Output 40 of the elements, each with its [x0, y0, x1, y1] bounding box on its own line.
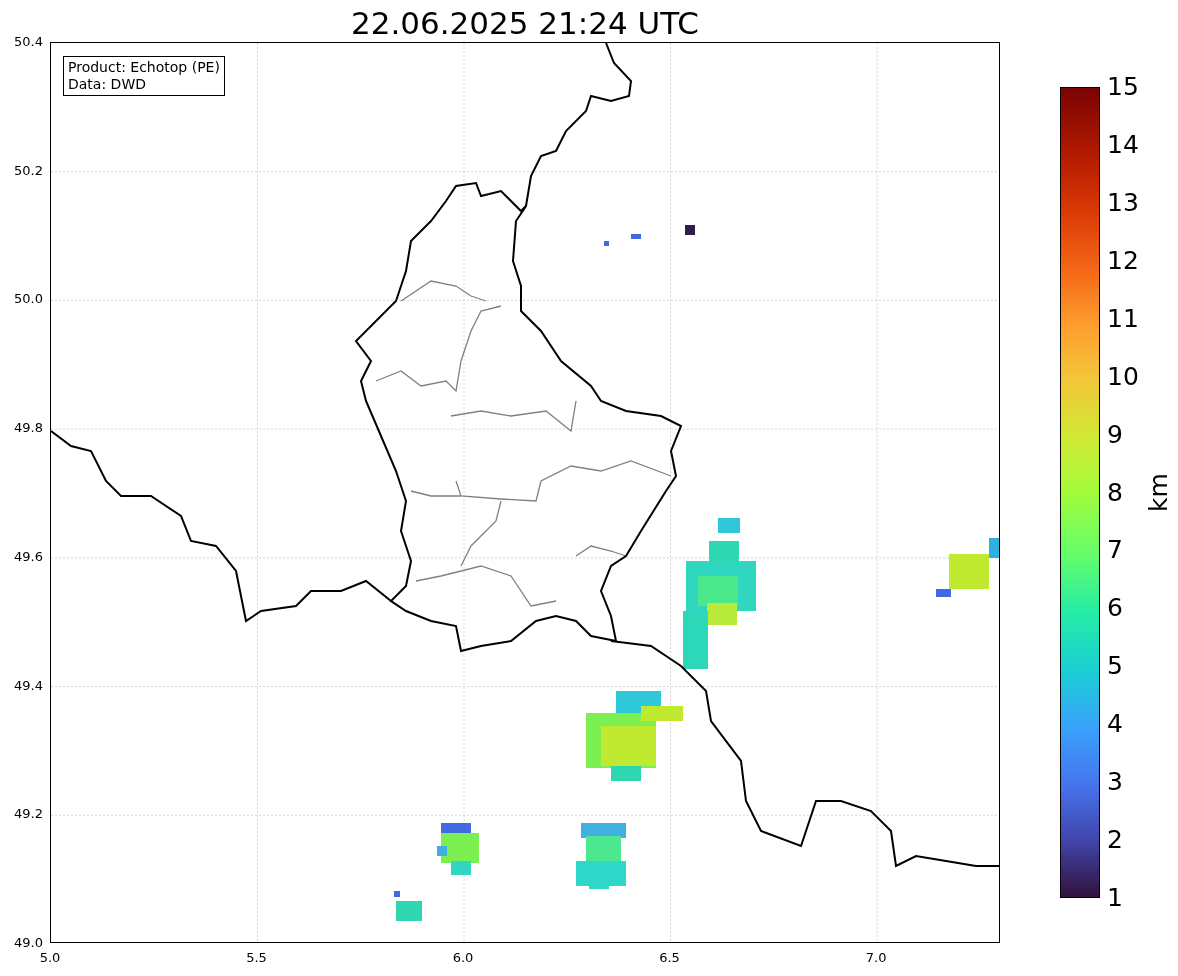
x-tick-label: 7.0	[865, 950, 887, 966]
colorbar-tick-label: 5	[1107, 652, 1123, 681]
radar-echo-drawing	[604, 241, 609, 246]
radar-echo-drawing	[394, 891, 422, 921]
colorbar-tick-label: 11	[1107, 304, 1139, 333]
x-tick-label: 5.5	[246, 950, 267, 966]
y-tick-label: 49.8	[14, 420, 43, 437]
radar-echo-drawing	[437, 823, 479, 875]
chart-title: 22.06.2025 21:24 UTC	[351, 4, 699, 42]
colorbar-tick-label: 2	[1107, 826, 1123, 855]
y-tick-label: 50.4	[14, 34, 43, 50]
y-tick-label: 49.2	[14, 806, 43, 823]
colorbar-label: km	[1143, 473, 1173, 512]
colorbar-tick-label: 15	[1107, 73, 1139, 101]
x-tick-label: 6.5	[659, 950, 680, 966]
legend-text: Product: Echotop (PE)	[68, 59, 220, 76]
x-tick-label: 6.0	[452, 950, 474, 966]
colorbar-tick-label: 4	[1107, 710, 1123, 739]
colorbar-tick-label: 3	[1107, 768, 1123, 797]
legend-text: Data: DWD	[68, 76, 147, 93]
y-tick-label: 49.6	[14, 548, 43, 565]
colorbar-tick-label: 13	[1107, 188, 1139, 217]
district-boundary-line	[575, 545, 627, 557]
radar-echo-drawing	[576, 823, 626, 889]
y-tick-label: 50.2	[14, 162, 43, 179]
y-tick-label: 49.0	[14, 935, 43, 951]
colorbar-tick-label: 10	[1107, 362, 1139, 391]
colorbar-tick-label: 7	[1107, 536, 1123, 565]
colorbar-tick-label: 14	[1107, 130, 1139, 159]
y-tick-label: 50.0	[14, 291, 43, 308]
colorbar-tick-label: 8	[1107, 478, 1123, 507]
colorbar-tick-label: 1	[1107, 884, 1123, 912]
y-tick-label: 49.4	[14, 677, 43, 694]
colorbar-tick-label: 9	[1107, 420, 1123, 449]
radar-echo-drawing	[685, 225, 695, 235]
radar-echo-drawing	[936, 538, 999, 597]
radar-echo-drawing	[631, 234, 641, 239]
colorbar-tick-label: 6	[1107, 594, 1123, 623]
colorbar-tick-label: 12	[1107, 246, 1139, 275]
x-tick-label: 5.0	[39, 950, 61, 966]
